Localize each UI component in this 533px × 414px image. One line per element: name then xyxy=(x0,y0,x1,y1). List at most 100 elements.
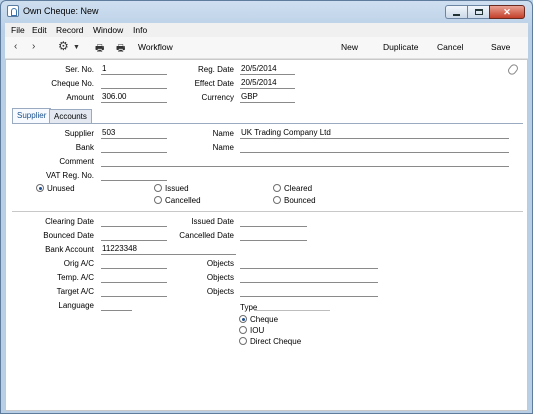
radio-bounced[interactable] xyxy=(273,196,281,204)
gear-icon[interactable]: ⚙ xyxy=(58,39,69,53)
radio-cleared-label: Cleared xyxy=(284,184,313,193)
print-icon[interactable]: 🖶 xyxy=(95,41,104,58)
window-controls: ✕ xyxy=(445,5,525,19)
app-icon xyxy=(7,5,19,17)
issued-date-label: Issued Date xyxy=(191,217,234,226)
ser-no-label: Ser. No. xyxy=(65,65,94,74)
close-icon: ✕ xyxy=(503,7,511,17)
duplicate-button[interactable]: Duplicate xyxy=(383,42,418,52)
language-label: Language xyxy=(58,301,94,310)
section-divider xyxy=(12,211,523,212)
record-form: Ser. No. 1 Cheque No. Amount 306.00 Reg.… xyxy=(5,59,528,411)
minimize-icon xyxy=(453,14,460,16)
currency-field[interactable]: GBP xyxy=(240,92,295,103)
supplier-label: Supplier xyxy=(64,129,94,138)
radio-unused-label: Unused xyxy=(47,184,75,193)
menu-file[interactable]: File xyxy=(11,25,25,35)
workflow-button[interactable]: Workflow xyxy=(138,42,173,52)
bank-field[interactable] xyxy=(101,142,167,153)
menu-window[interactable]: Window xyxy=(93,25,123,35)
objects-field-1[interactable] xyxy=(240,258,378,269)
objects-field-2[interactable] xyxy=(240,272,378,283)
window-title: Own Cheque: New xyxy=(23,6,99,16)
print-preview-icon[interactable]: 🖶 xyxy=(116,41,125,58)
name-field[interactable]: UK Trading Company Ltd xyxy=(240,128,509,139)
new-button[interactable]: New xyxy=(341,42,358,52)
radio-type-direct-cheque[interactable] xyxy=(239,337,247,345)
toolbar: ‹ › ⚙ ▼ 🖶 🖶 Workflow New Duplicate Cance… xyxy=(5,37,528,59)
radio-cleared[interactable] xyxy=(273,184,281,192)
forward-arrow-icon[interactable]: › xyxy=(32,41,35,52)
ser-no-field[interactable]: 1 xyxy=(101,64,167,75)
effect-date-label: Effect Date xyxy=(194,79,234,88)
radio-cancelled[interactable] xyxy=(154,196,162,204)
bank-account-label: Bank Account xyxy=(45,245,94,254)
radio-type-iou-label: IOU xyxy=(250,326,265,335)
title-bar: Own Cheque: New ✕ xyxy=(1,1,532,22)
supplier-field[interactable]: 503 xyxy=(101,128,167,139)
target-ac-field[interactable] xyxy=(101,286,167,297)
amount-label: Amount xyxy=(66,93,94,102)
tab-accounts[interactable]: Accounts xyxy=(49,109,92,123)
cancel-button[interactable]: Cancel xyxy=(437,42,463,52)
type-group-line xyxy=(254,310,330,311)
attachment-paperclip-icon[interactable] xyxy=(506,62,520,77)
radio-bounced-label: Bounced xyxy=(284,196,316,205)
menu-info[interactable]: Info xyxy=(133,25,147,35)
vat-reg-no-label: VAT Reg. No. xyxy=(45,171,94,180)
radio-type-direct-cheque-label: Direct Cheque xyxy=(250,337,302,346)
tab-divider xyxy=(12,123,523,124)
chevron-down-icon[interactable]: ▼ xyxy=(73,44,80,51)
bounced-date-label: Bounced Date xyxy=(43,231,94,240)
window: Own Cheque: New ✕ File Edit Record Windo… xyxy=(0,0,533,414)
reg-date-field[interactable]: 20/5/2014 xyxy=(240,64,295,75)
objects-label-1: Objects xyxy=(206,259,234,268)
cancelled-date-label: Cancelled Date xyxy=(179,231,234,240)
target-ac-label: Target A/C xyxy=(56,287,94,296)
temp-ac-field[interactable] xyxy=(101,272,167,283)
bounced-date-field[interactable] xyxy=(101,230,167,241)
menu-record[interactable]: Record xyxy=(56,25,83,35)
reg-date-label: Reg. Date xyxy=(197,65,234,74)
back-arrow-icon[interactable]: ‹ xyxy=(14,41,17,52)
currency-label: Currency xyxy=(201,93,234,102)
amount-field[interactable]: 306.00 xyxy=(101,92,167,103)
radio-type-cheque[interactable] xyxy=(239,315,247,323)
radio-cancelled-label: Cancelled xyxy=(165,196,201,205)
comment-label: Comment xyxy=(59,157,94,166)
radio-issued-label: Issued xyxy=(165,184,189,193)
cheque-no-label: Cheque No. xyxy=(51,79,94,88)
cheque-no-field[interactable] xyxy=(101,78,167,89)
save-button[interactable]: Save xyxy=(491,42,510,52)
radio-unused[interactable] xyxy=(36,184,44,192)
bank-label: Bank xyxy=(75,143,94,152)
objects-label-2: Objects xyxy=(206,273,234,282)
radio-issued[interactable] xyxy=(154,184,162,192)
cancelled-date-field[interactable] xyxy=(240,230,307,241)
maximize-button[interactable] xyxy=(467,5,489,19)
minimize-button[interactable] xyxy=(445,5,467,19)
issued-date-field[interactable] xyxy=(240,216,307,227)
orig-ac-label: Orig A/C xyxy=(63,259,94,268)
orig-ac-field[interactable] xyxy=(101,258,167,269)
objects-label-3: Objects xyxy=(206,287,234,296)
radio-type-cheque-label: Cheque xyxy=(250,315,279,324)
objects-field-3[interactable] xyxy=(240,286,378,297)
bank-account-field[interactable]: 11223348 xyxy=(101,244,236,255)
maximize-icon xyxy=(475,9,483,15)
menu-bar: File Edit Record Window Info xyxy=(5,23,528,37)
language-field[interactable] xyxy=(101,300,132,311)
name-label: Name xyxy=(212,129,234,138)
bank-name-field[interactable] xyxy=(240,142,509,153)
clearing-date-label: Clearing Date xyxy=(45,217,94,226)
radio-type-iou[interactable] xyxy=(239,326,247,334)
bank-name-label: Name xyxy=(212,143,234,152)
temp-ac-label: Temp. A/C xyxy=(57,273,94,282)
comment-field[interactable] xyxy=(101,156,509,167)
effect-date-field[interactable]: 20/5/2014 xyxy=(240,78,295,89)
tab-supplier[interactable]: Supplier xyxy=(12,108,52,123)
vat-reg-no-field[interactable] xyxy=(101,170,167,181)
clearing-date-field[interactable] xyxy=(101,216,167,227)
close-button[interactable]: ✕ xyxy=(489,5,525,19)
menu-edit[interactable]: Edit xyxy=(32,25,47,35)
